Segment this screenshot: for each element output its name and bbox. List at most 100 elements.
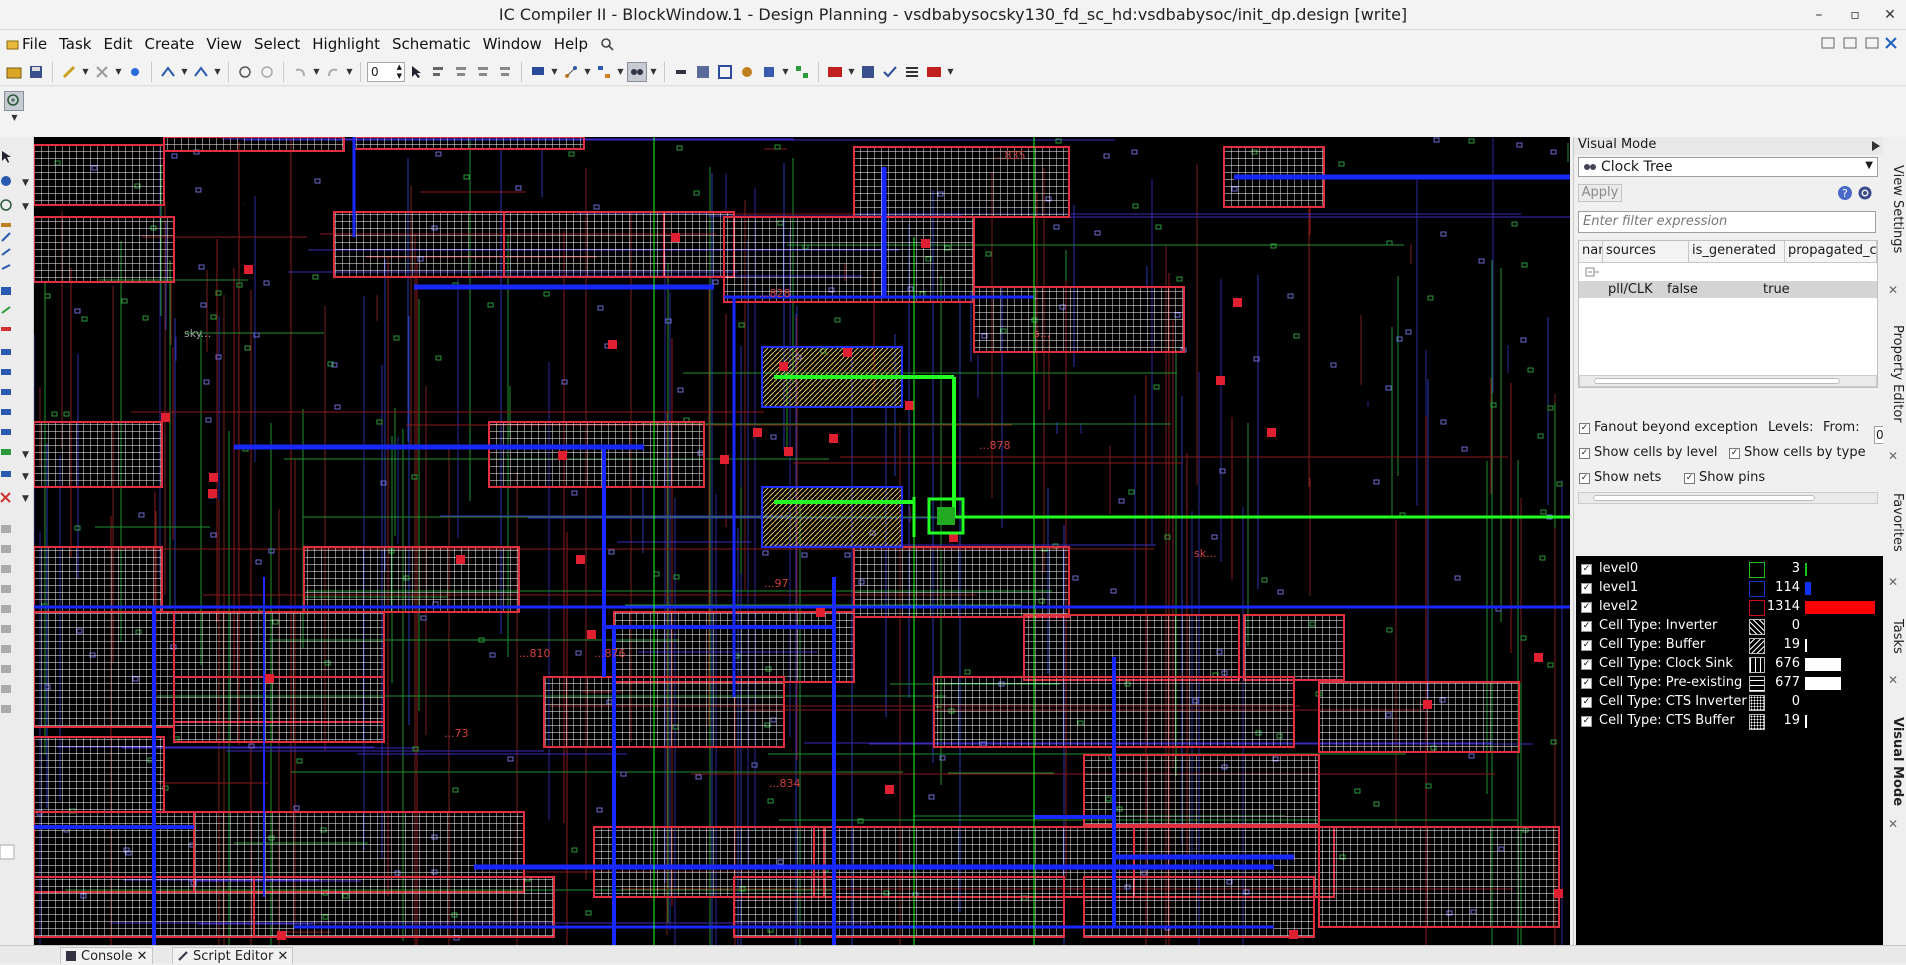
chevron-down-icon[interactable]: ▼ [946, 67, 955, 76]
minimize-button[interactable]: – [1808, 4, 1830, 26]
tab-favorites[interactable]: Favorites [1885, 493, 1905, 552]
filter-input[interactable]: Enter filter expression [1578, 211, 1876, 233]
legend-swatch[interactable] [1749, 638, 1765, 654]
spin-arrows-icon[interactable]: ▲ ▼ [397, 63, 402, 81]
menu-help[interactable]: Help [548, 35, 594, 53]
pins-icon[interactable] [759, 62, 779, 82]
delete-icon[interactable] [92, 62, 112, 82]
macro-cell[interactable] [34, 144, 165, 206]
align-top-icon[interactable] [473, 62, 493, 82]
legend-row[interactable]: ✓ level0 3 [1576, 560, 1883, 579]
macro-cell[interactable] [34, 421, 163, 488]
select-icon[interactable] [407, 62, 427, 82]
drc-icon[interactable] [825, 62, 845, 82]
menu-create[interactable]: Create [139, 35, 201, 53]
column-header-propagated-clock[interactable]: propagated_clock [1785, 241, 1877, 263]
chevron-down-icon[interactable]: ▼ [213, 67, 222, 76]
align-center-icon[interactable] [451, 62, 471, 82]
maximize-button[interactable]: ▫ [1844, 4, 1866, 26]
menu-window[interactable]: Window [477, 35, 548, 53]
column-header-sources[interactable]: sources [1603, 241, 1689, 263]
report-icon[interactable] [858, 62, 878, 82]
chevron-down-icon[interactable]: ▼ [114, 67, 123, 76]
macro-cell[interactable] [34, 876, 255, 938]
connect-icon[interactable] [792, 62, 812, 82]
icv-icon[interactable] [924, 62, 944, 82]
open-folder-icon[interactable] [4, 62, 24, 82]
close-icon[interactable]: ✕ [137, 948, 148, 965]
legend-checkbox[interactable]: ✓ [1581, 697, 1592, 708]
chevron-down-icon[interactable]: ▼ [781, 67, 790, 76]
legend-checkbox[interactable]: ✓ [1581, 716, 1592, 727]
legend-row[interactable]: ✓ Cell Type: CTS Inverter 0 [1576, 693, 1883, 712]
visual-mode-icon[interactable] [627, 61, 647, 82]
macro-cell[interactable] [503, 211, 735, 278]
zoom-icon[interactable] [4, 91, 24, 111]
legend-checkbox[interactable]: ✓ [1581, 583, 1592, 594]
comment-icon[interactable] [528, 62, 548, 82]
column-header-name[interactable]: name [1579, 241, 1603, 263]
chevron-down-icon[interactable]: ▼ [649, 67, 658, 76]
legend-swatch[interactable] [1749, 600, 1765, 616]
menu-select[interactable]: Select [248, 35, 306, 53]
legend-row[interactable]: ✓ level1 114 [1576, 579, 1883, 598]
level-spinbox[interactable]: 0 ▲ ▼ [367, 61, 405, 82]
tree-collapse-icon[interactable] [1585, 266, 1599, 278]
legend-checkbox[interactable]: ✓ [1581, 602, 1592, 613]
macro-cell[interactable] [1023, 614, 1240, 681]
chevron-down-icon[interactable]: ▼ [583, 67, 592, 76]
route-icon[interactable] [158, 62, 178, 82]
move-icon[interactable] [235, 62, 255, 82]
legend-swatch[interactable] [1749, 714, 1765, 730]
tab-property-editor[interactable]: Property Editor [1885, 325, 1905, 423]
show-cells-by-level-checkbox[interactable]: ✓ [1579, 448, 1590, 459]
floorplan-icon[interactable] [715, 62, 735, 82]
redo-icon[interactable] [323, 62, 343, 82]
legend-checkbox[interactable]: ✓ [1581, 678, 1592, 689]
legend-row[interactable]: ✓ Cell Type: Pre-existing 677 [1576, 674, 1883, 693]
close-button[interactable]: ✕ [1879, 4, 1901, 26]
panel-expand-icon[interactable] [1870, 140, 1882, 152]
menu-task[interactable]: Task [53, 35, 97, 53]
gear-icon[interactable] [1857, 185, 1873, 201]
save-icon[interactable] [26, 62, 46, 82]
legend-checkbox[interactable]: ✓ [1581, 621, 1592, 632]
menu-edit[interactable]: Edit [97, 35, 138, 53]
chevron-down-icon[interactable]: ▼ [10, 113, 19, 122]
chevron-down-icon[interactable]: ▼ [81, 67, 90, 76]
search-icon[interactable] [594, 37, 620, 51]
legend-swatch[interactable] [1749, 676, 1765, 692]
tab-tasks[interactable]: Tasks [1885, 619, 1905, 654]
close-icon[interactable]: ✕ [1888, 817, 1898, 831]
menu-schematic[interactable]: Schematic [386, 35, 477, 53]
column-header-is-generated[interactable]: is_generated [1689, 241, 1785, 263]
placement-icon[interactable] [737, 62, 757, 82]
show-pins-checkbox[interactable]: ✓ [1684, 473, 1695, 484]
close-icon[interactable]: ✕ [1888, 575, 1898, 589]
show-nets-checkbox[interactable]: ✓ [1579, 473, 1590, 484]
macro-cell[interactable] [34, 736, 165, 813]
network-icon[interactable] [561, 62, 581, 82]
align-left-icon[interactable] [429, 62, 449, 82]
window-layout-icons[interactable] [1820, 36, 1900, 52]
scrollbar-thumb[interactable] [1594, 378, 1840, 384]
tab-console[interactable]: Console ✕ [60, 947, 153, 964]
fanout-checkbox[interactable]: ✓ [1579, 423, 1590, 434]
legend-row[interactable]: ✓ Cell Type: Buffer 19 [1576, 636, 1883, 655]
highlight-pen-icon[interactable] [59, 62, 79, 82]
macro-cell[interactable] [488, 421, 705, 488]
options-horizontal-scrollbar[interactable] [1578, 492, 1878, 504]
macro-cell[interactable] [1318, 826, 1560, 928]
macro-cell[interactable] [543, 676, 785, 748]
buffer-cell[interactable] [761, 486, 903, 548]
macro-cell[interactable] [34, 216, 175, 283]
visual-mode-select[interactable]: Clock Tree ▼ [1578, 157, 1878, 177]
menu-highlight[interactable]: Highlight [306, 35, 386, 53]
probe-icon[interactable] [671, 62, 691, 82]
close-icon[interactable]: ✕ [1888, 673, 1898, 687]
check-icon[interactable] [880, 62, 900, 82]
legend-swatch[interactable] [1749, 695, 1765, 711]
chevron-down-icon[interactable]: ▼ [847, 67, 856, 76]
tab-view-settings[interactable]: View Settings [1885, 165, 1905, 253]
close-icon[interactable]: ✕ [1888, 449, 1898, 463]
